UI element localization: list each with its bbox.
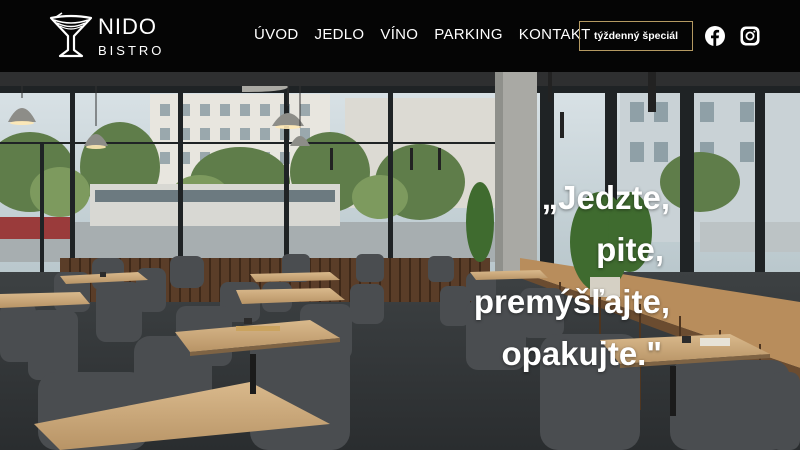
restaurant-interior-photo (0, 72, 800, 450)
nav-item-parking[interactable]: PARKING (434, 26, 503, 43)
hero-quote-line-1: „Jedzte, (541, 179, 670, 216)
brand-name: NIDO (98, 13, 157, 39)
brand-logo[interactable]: NIDO BISTRO (48, 10, 168, 62)
main-nav: ÚVOD JEDLO VÍNO PARKING KONTAKT (254, 26, 607, 43)
nav-item-uvod[interactable]: ÚVOD (254, 26, 299, 43)
facebook-icon[interactable] (705, 26, 725, 46)
site-header: NIDO BISTRO ÚVOD JEDLO VÍNO PARKING KONT… (0, 0, 800, 72)
nav-item-vino[interactable]: VÍNO (380, 26, 418, 43)
cocktail-glass-logo-icon (49, 12, 93, 58)
hero-quote-line-4: opakujte." (501, 335, 662, 372)
instagram-icon[interactable] (740, 26, 760, 46)
hero-banner: „Jedzte, pite, premýšľajte, opakujte." (0, 72, 800, 450)
hero-quote-line-2: pite, (596, 231, 664, 268)
brand-subtitle: BISTRO (98, 42, 165, 58)
hero-quote-line-3: premýšľajte, (473, 283, 670, 320)
weekly-special-button[interactable]: týždenný špeciál (579, 21, 693, 51)
hero-quote: „Jedzte, pite, premýšľajte, opakujte." (440, 172, 670, 380)
nav-item-jedlo[interactable]: JEDLO (315, 26, 365, 43)
